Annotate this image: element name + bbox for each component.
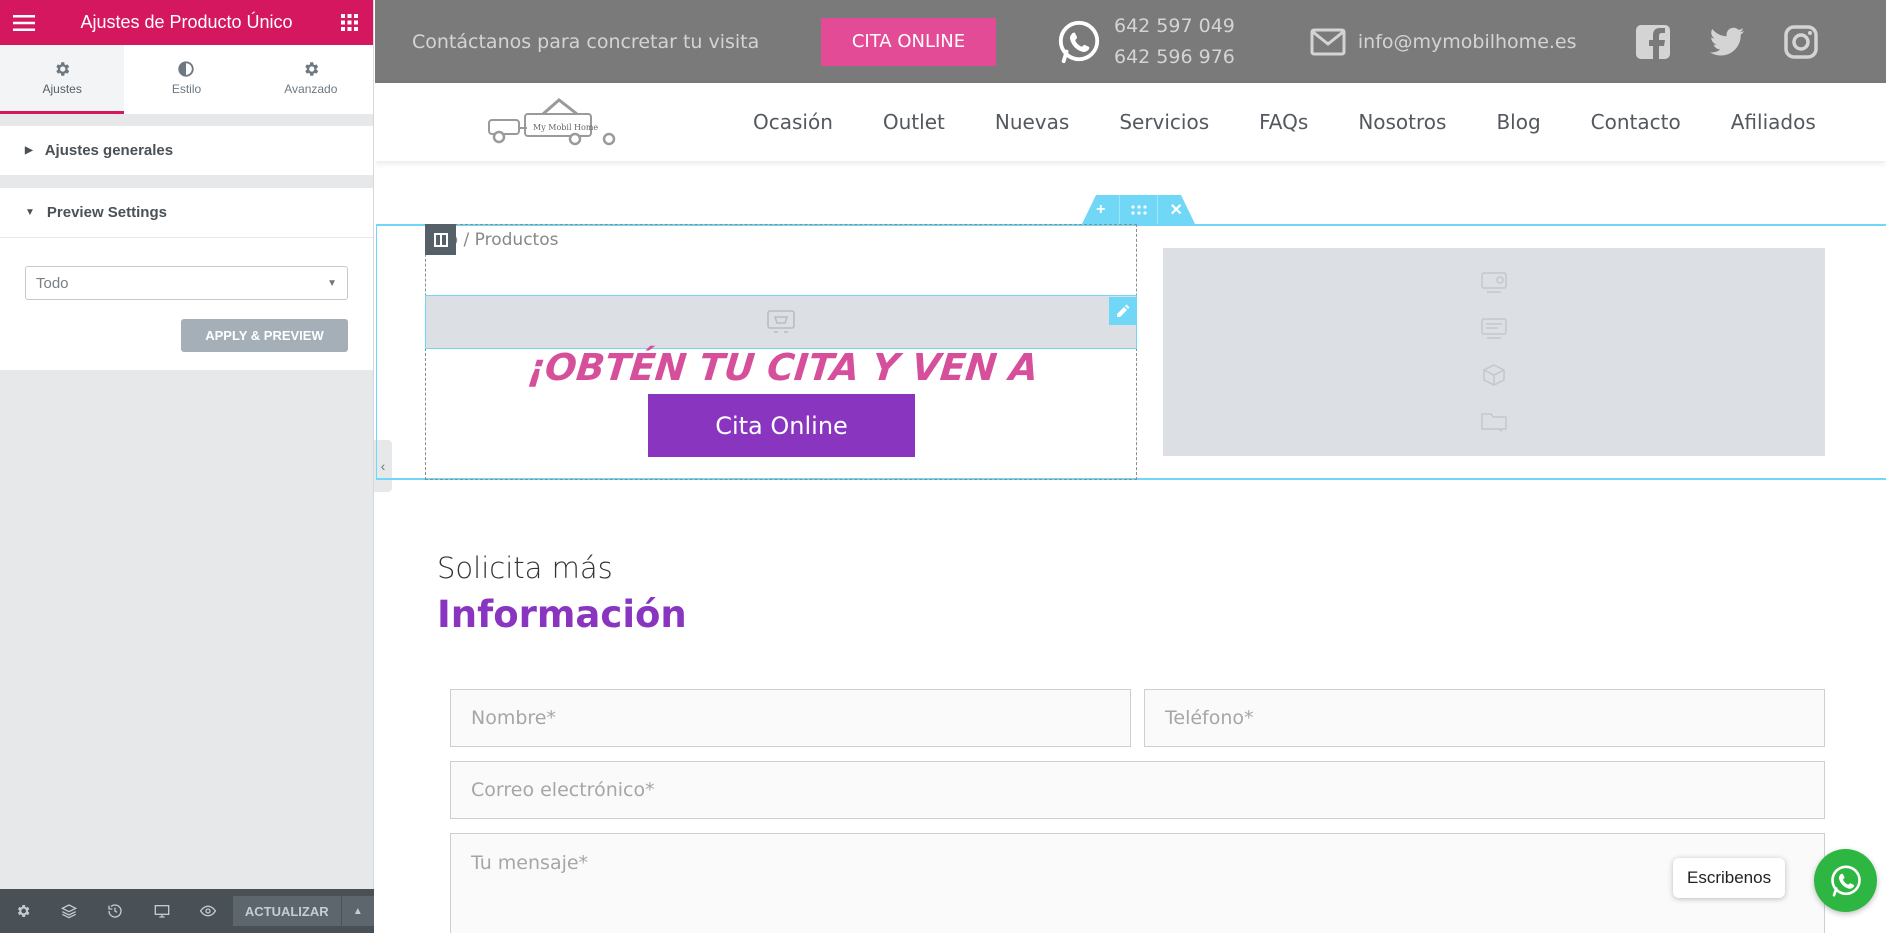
panel-footer: ACTUALIZAR ▲ — [0, 889, 375, 933]
eye-preview-icon[interactable] — [185, 889, 231, 933]
tab-avanzado[interactable]: Avanzado — [249, 45, 373, 114]
caret-down-icon: ▼ — [25, 207, 35, 218]
email-address: info@mymobilhome.es — [1357, 30, 1577, 53]
nav-link-nosotros[interactable]: Nosotros — [1358, 110, 1446, 134]
info-title: Información — [437, 593, 687, 636]
phone-number[interactable]: 642 597 049 — [1114, 11, 1235, 42]
twitter-icon[interactable] — [1709, 24, 1745, 60]
drag-section-icon[interactable] — [1119, 195, 1158, 224]
panel-title: Ajustes de Producto Único — [80, 12, 293, 32]
panel-tabs: Ajustes Estilo Avanzado — [0, 45, 373, 114]
nav-link-servicios[interactable]: Servicios — [1119, 110, 1209, 134]
nav-link-contacto[interactable]: Contacto — [1591, 110, 1681, 134]
image-placeholder-icon — [1481, 272, 1507, 293]
layers-icon[interactable] — [46, 889, 92, 933]
info-subtitle: Solicita más — [437, 551, 613, 585]
box-placeholder-icon — [1483, 364, 1505, 386]
whatsapp-icon — [1830, 864, 1861, 897]
delete-section-icon[interactable]: ✕ — [1157, 195, 1195, 224]
responsive-desktop-icon[interactable] — [139, 889, 185, 933]
preview-settings-body: Todo ▼ APPLY & PREVIEW — [0, 238, 373, 370]
email-block[interactable]: info@mymobilhome.es — [1310, 28, 1577, 56]
section-preview-settings[interactable]: ▼ Preview Settings — [0, 188, 373, 238]
cart-placeholder-icon — [767, 310, 795, 333]
contrast-icon — [178, 61, 195, 77]
telefono-field[interactable]: Teléfono* — [1144, 689, 1825, 747]
editor-panel: Ajustes de Producto Único Ajustes Estilo… — [0, 0, 375, 933]
social-links — [1635, 24, 1819, 60]
main-nav: Ocasión Outlet Nuevas Servicios FAQs Nos… — [753, 110, 1816, 134]
preview-select[interactable]: Todo ▼ — [25, 266, 348, 300]
tab-label: Ajustes — [42, 82, 82, 96]
nav-link-faqs[interactable]: FAQs — [1259, 110, 1308, 134]
edit-widget-icon[interactable] — [1109, 297, 1137, 325]
panel-body: ▶ Ajustes generales ▼ Preview Settings T… — [0, 114, 373, 370]
phone-block: 642 597 049 642 596 976 — [1056, 11, 1235, 73]
whatsapp-icon — [1058, 20, 1100, 63]
apply-preview-button[interactable]: APPLY & PREVIEW — [181, 319, 348, 352]
nav-link-ocasion[interactable]: Ocasión — [753, 110, 833, 134]
phone-number[interactable]: 642 596 976 — [1114, 42, 1235, 73]
cita-online-button[interactable]: Cita Online — [648, 394, 915, 457]
section-label: Preview Settings — [46, 204, 167, 221]
cita-online-top-button[interactable]: CITA ONLINE — [821, 17, 996, 66]
envelope-icon — [1310, 28, 1346, 55]
tab-estilo[interactable]: Estilo — [124, 45, 248, 114]
section-handle: + ✕ — [1082, 195, 1195, 224]
hamburger-menu-icon[interactable] — [0, 0, 48, 45]
nav-link-outlet[interactable]: Outlet — [883, 110, 945, 134]
contact-text: Contáctanos para concretar tu visita — [412, 30, 760, 53]
mensaje-field[interactable]: Tu mensaje* — [450, 833, 1825, 933]
nombre-field[interactable]: Nombre* — [450, 689, 1131, 747]
update-button[interactable]: ACTUALIZAR — [232, 896, 341, 926]
main-navbar: My Mobil Home Ocasión Outlet Nuevas Serv… — [375, 83, 1886, 161]
chevron-down-icon: ▼ — [327, 277, 337, 289]
add-section-icon[interactable]: + — [1082, 195, 1120, 224]
history-icon[interactable] — [92, 889, 138, 933]
folder-placeholder-icon — [1481, 413, 1507, 432]
section-ajustes-generales[interactable]: ▶ Ajustes generales — [0, 126, 373, 176]
whatsapp-chat-button[interactable] — [1814, 849, 1877, 912]
tab-ajustes[interactable]: Ajustes — [0, 45, 125, 114]
site-preview: Contáctanos para concretar tu visita CIT… — [375, 0, 1886, 933]
svg-text:My Mobil Home: My Mobil Home — [533, 123, 598, 132]
widgets-grid-icon[interactable] — [325, 0, 373, 45]
chat-label[interactable]: Escribenos — [1673, 858, 1786, 898]
gear-icon — [56, 62, 70, 76]
empty-widget-placeholder[interactable] — [425, 295, 1137, 349]
nav-link-afiliados[interactable]: Afiliados — [1731, 110, 1816, 134]
nav-link-blog[interactable]: Blog — [1496, 110, 1540, 134]
top-bar: Contáctanos para concretar tu visita CIT… — [375, 0, 1886, 83]
facebook-icon[interactable] — [1635, 24, 1671, 60]
breadcrumb[interactable]: io / Productos — [443, 230, 558, 250]
settings-icon[interactable] — [0, 889, 46, 933]
caret-up-icon[interactable]: ▲ — [340, 896, 375, 926]
nav-link-nuevas[interactable]: Nuevas — [995, 110, 1069, 134]
text-placeholder-icon — [1481, 318, 1507, 339]
section-label: Ajustes generales — [44, 142, 174, 159]
instagram-icon[interactable] — [1783, 24, 1819, 60]
column-handle-icon[interactable] — [425, 224, 456, 255]
preview-select-value: Todo — [36, 274, 69, 292]
product-gallery-placeholder[interactable] — [1163, 248, 1825, 456]
caret-right-icon: ▶ — [25, 145, 33, 156]
my-mobil-home-logo[interactable]: My Mobil Home — [483, 92, 623, 152]
correo-field[interactable]: Correo electrónico* — [450, 761, 1825, 819]
panel-header: Ajustes de Producto Único — [0, 0, 373, 45]
tab-label: Estilo — [171, 82, 202, 96]
gear-icon — [305, 62, 319, 76]
tab-label: Avanzado — [284, 82, 338, 96]
